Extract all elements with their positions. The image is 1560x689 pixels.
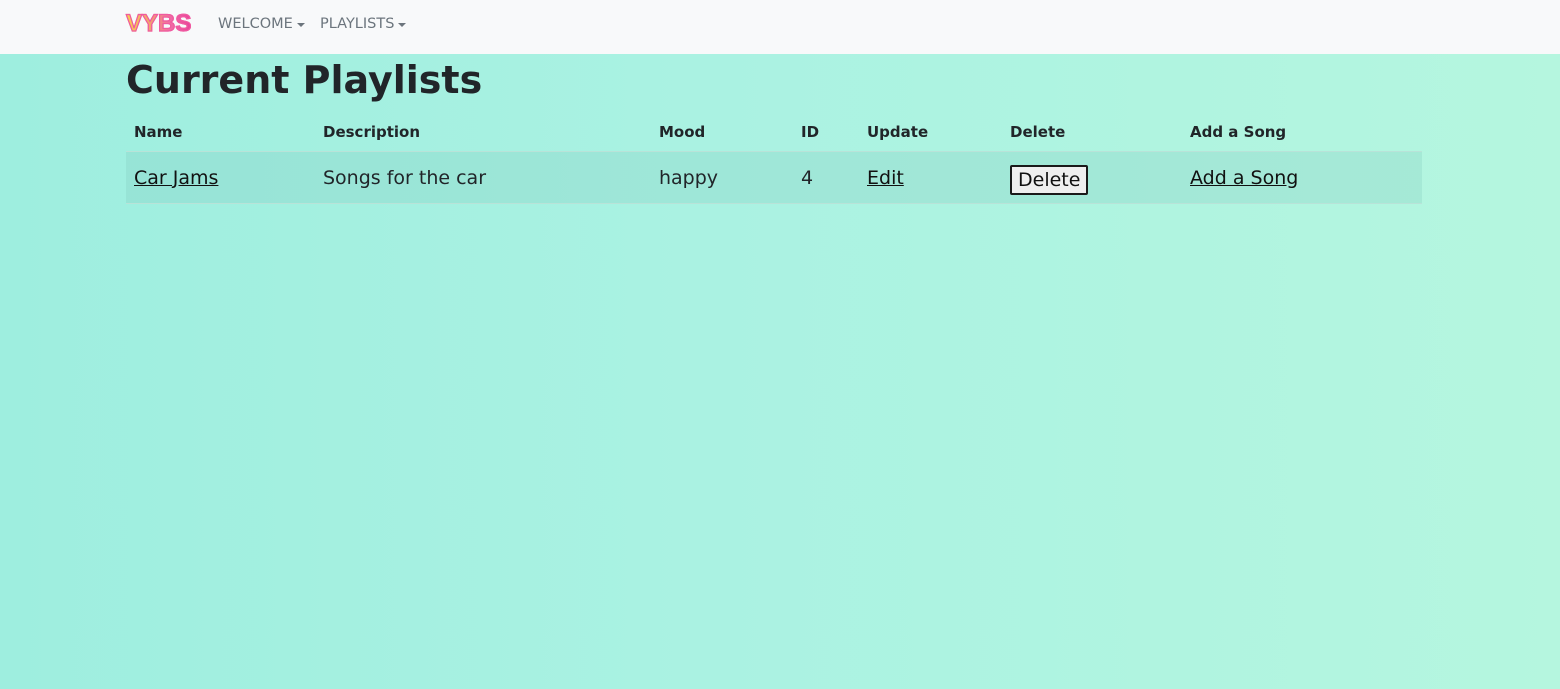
column-header-delete: Delete bbox=[1002, 112, 1182, 152]
nav-dropdown-playlists[interactable]: PLAYLISTS bbox=[320, 14, 407, 34]
column-header-mood: Mood bbox=[651, 112, 793, 152]
edit-link[interactable]: Edit bbox=[867, 167, 904, 189]
cell-name: Car Jams bbox=[126, 151, 315, 204]
column-header-id: ID bbox=[793, 112, 859, 152]
nav-dropdown-welcome[interactable]: WELCOME bbox=[218, 14, 305, 34]
cell-add-song: Add a Song bbox=[1182, 151, 1422, 204]
cell-delete: Delete bbox=[1002, 151, 1182, 204]
column-header-name: Name bbox=[126, 112, 315, 152]
caret-down-icon bbox=[296, 23, 305, 27]
playlists-table: Name Description Mood ID Update Delete A… bbox=[126, 112, 1422, 204]
table-header-row: Name Description Mood ID Update Delete A… bbox=[126, 112, 1422, 152]
page-title: Current Playlists bbox=[126, 58, 483, 102]
cell-update: Edit bbox=[859, 151, 1002, 204]
cell-description: Songs for the car bbox=[315, 151, 651, 204]
delete-button[interactable]: Delete bbox=[1010, 164, 1089, 195]
column-header-update: Update bbox=[859, 112, 1002, 152]
brand-logo[interactable]: VYBS bbox=[125, 8, 192, 40]
cell-mood: happy bbox=[651, 151, 793, 204]
cell-id: 4 bbox=[793, 151, 859, 204]
nav-playlists-label: PLAYLISTS bbox=[320, 16, 395, 32]
caret-down-icon bbox=[398, 23, 407, 27]
navbar: VYBS WELCOME PLAYLISTS bbox=[0, 0, 1560, 54]
column-header-add-song: Add a Song bbox=[1182, 112, 1422, 152]
column-header-description: Description bbox=[315, 112, 651, 152]
playlist-name-link[interactable]: Car Jams bbox=[134, 167, 218, 189]
nav-welcome-label: WELCOME bbox=[218, 16, 293, 32]
table-row: Car Jams Songs for the car happy 4 Edit … bbox=[126, 151, 1422, 204]
add-song-link[interactable]: Add a Song bbox=[1190, 167, 1298, 189]
